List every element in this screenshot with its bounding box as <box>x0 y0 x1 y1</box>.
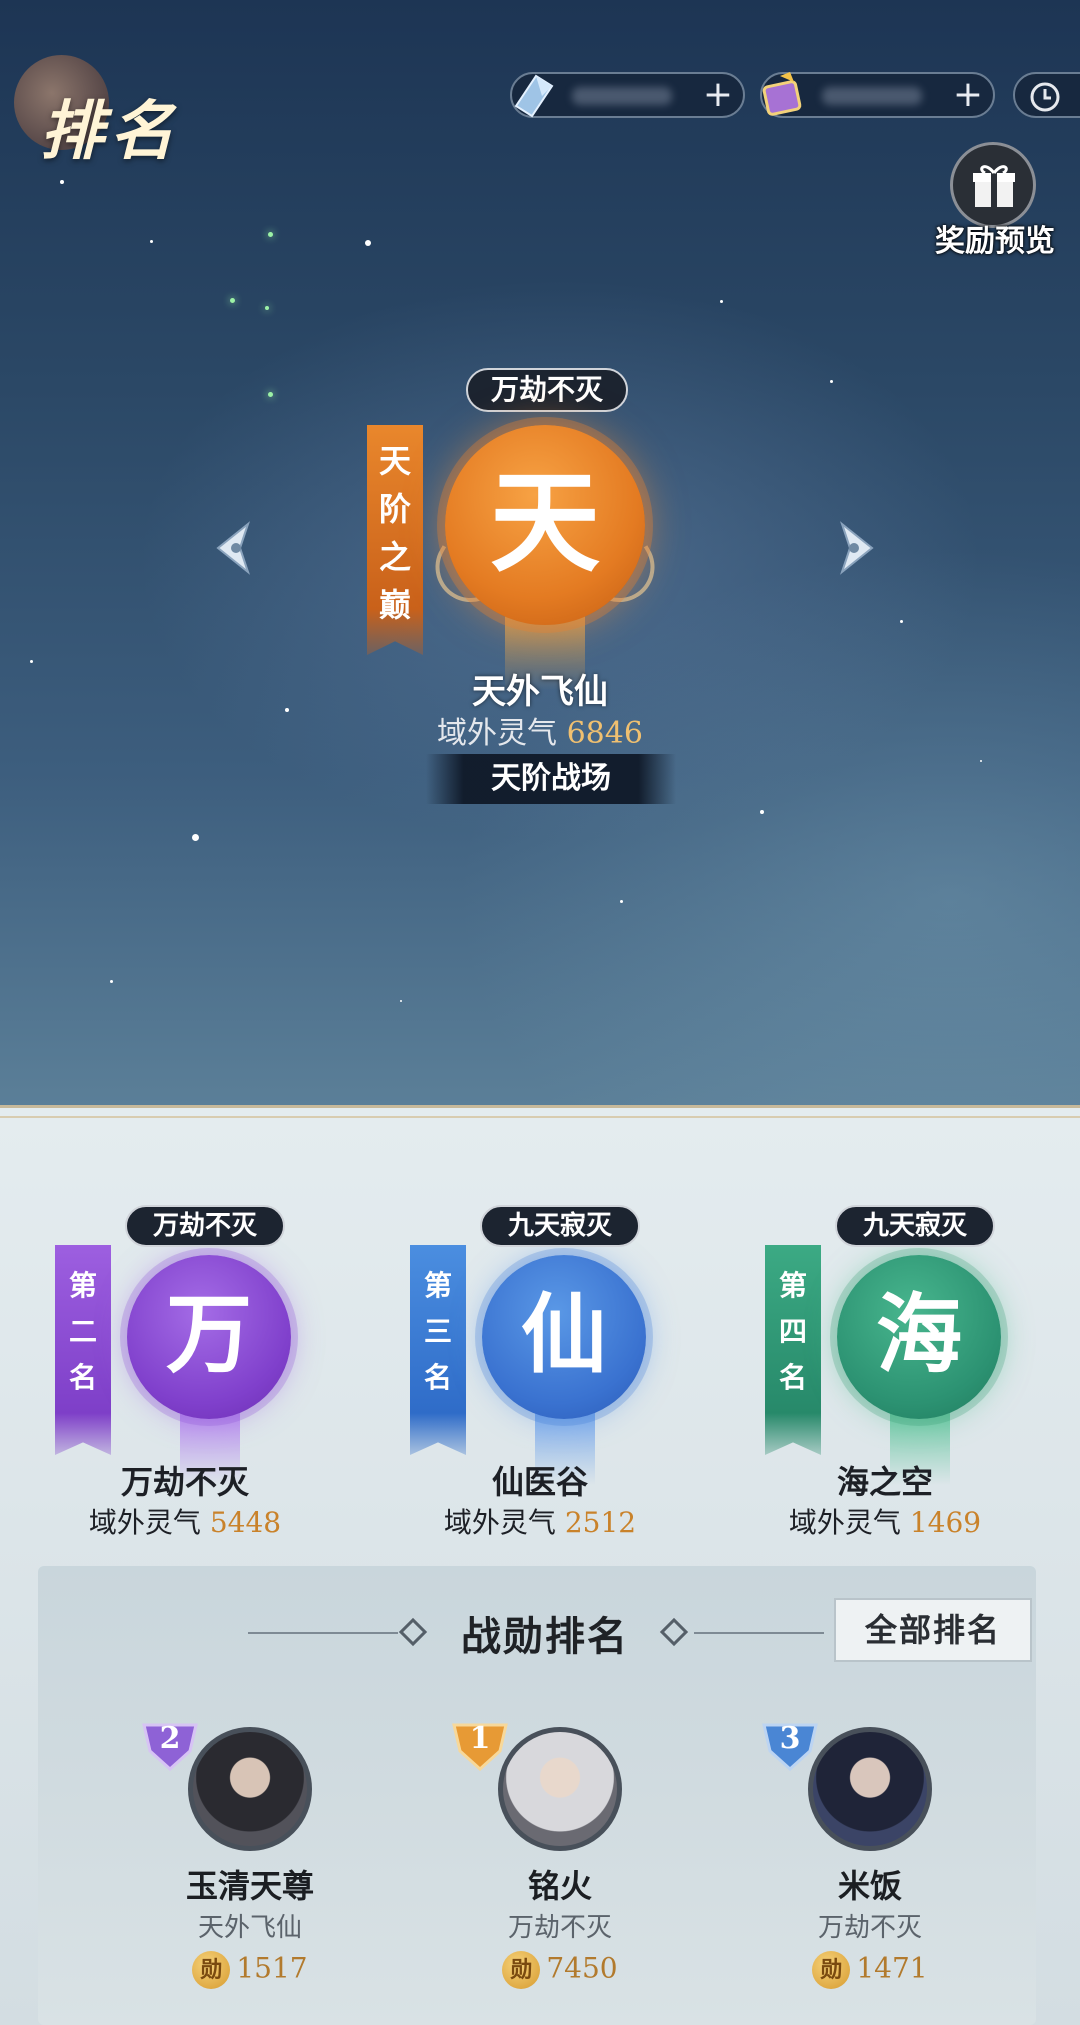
rank-emblem-orb: 海 <box>837 1255 1001 1419</box>
title-divider-right <box>694 1632 824 1634</box>
score-label: 域外灵气 <box>788 1506 901 1539</box>
rank-emblem-orb: 仙 <box>482 1255 646 1419</box>
star <box>110 980 113 983</box>
merit-value: 7450 <box>546 1951 618 1985</box>
rank-sect-name: 海之空 <box>836 1463 933 1501</box>
add-ticket-button[interactable]: + <box>953 74 983 116</box>
rank-realm-tag: 万劫不灭 <box>125 1205 285 1247</box>
ticket-resource[interactable]: + <box>760 72 995 118</box>
player-sect: 万劫不灭 <box>817 1913 922 1943</box>
page-title: 排名 <box>40 94 180 169</box>
rank-sect-score: 域外灵气 5448 <box>35 1501 335 1541</box>
rank-realm-tag: 九天寂灭 <box>480 1205 640 1247</box>
clock-button[interactable] <box>1013 72 1080 118</box>
star <box>268 392 273 397</box>
score-value: 2512 <box>564 1506 637 1539</box>
star <box>400 1000 402 1002</box>
star <box>760 810 764 814</box>
player-avatar[interactable] <box>808 1727 932 1851</box>
rank-banner-text: 第四名 <box>778 1269 807 1394</box>
player-merit-score: 勋 1517 <box>110 1951 390 1989</box>
rank-number: 1 <box>469 1721 491 1756</box>
resource-amount-blurred <box>572 87 672 105</box>
arena-button[interactable]: 天阶战场 <box>426 754 676 804</box>
rank-card-2[interactable]: 第二名 万 万劫不灭 万劫不灭 域外灵气 5448 <box>55 1205 315 1539</box>
score-value: 1469 <box>909 1506 982 1539</box>
tier-banner: 天阶之巅 <box>367 425 423 655</box>
rank-card-4[interactable]: 第四名 海 九天寂灭 海之空 域外灵气 1469 <box>765 1205 1025 1539</box>
star <box>268 232 273 237</box>
rank-sect-score: 域外灵气 1469 <box>735 1501 1035 1541</box>
rank-realm-tag: 九天寂灭 <box>835 1205 995 1247</box>
merit-player-rank-1[interactable]: 1 铭火 万劫不灭 勋 7450 <box>420 1715 700 1995</box>
reward-preview-label: 奖励预览 <box>935 224 1055 259</box>
gift-icon <box>973 165 1015 207</box>
star <box>265 306 269 310</box>
merit-coin-icon: 勋 <box>812 1951 851 1989</box>
star <box>830 380 833 383</box>
star <box>192 834 199 841</box>
score-label: 域外灵气 <box>443 1506 556 1539</box>
main-realm-tag: 万劫不灭 <box>466 368 628 412</box>
player-name: 玉清天尊 <box>185 1867 314 1905</box>
star <box>365 240 371 246</box>
score-label: 域外灵气 <box>88 1506 201 1539</box>
title-divider-left <box>248 1632 398 1634</box>
main-emblem-orb[interactable]: 天 <box>445 425 645 625</box>
player-avatar[interactable] <box>498 1727 622 1851</box>
rank-banner: 第二名 <box>55 1245 111 1455</box>
star <box>620 900 623 903</box>
score-value: 5448 <box>209 1506 282 1539</box>
merit-ranking-title: 战勋排名 <box>461 1613 629 1660</box>
merit-value: 1471 <box>856 1951 928 1985</box>
prev-arrow-icon[interactable] <box>210 518 260 578</box>
rank-banner-text: 第三名 <box>423 1269 452 1394</box>
next-arrow-icon[interactable] <box>830 518 880 578</box>
tier-banner-text: 天阶之巅 <box>378 442 411 624</box>
rank-sect-name: 仙医谷 <box>491 1463 588 1501</box>
rank-number: 2 <box>159 1721 181 1756</box>
star <box>60 180 64 184</box>
star <box>150 240 153 243</box>
player-name: 铭火 <box>527 1867 592 1905</box>
add-crystal-button[interactable]: + <box>703 74 733 116</box>
rank-sect-name: 万劫不灭 <box>120 1463 249 1501</box>
crystal-resource[interactable]: + <box>510 72 745 118</box>
rank-banner-text: 第二名 <box>68 1269 97 1394</box>
star <box>230 298 235 303</box>
all-rankings-button[interactable]: 全部排名 <box>834 1598 1032 1662</box>
player-merit-score: 勋 1471 <box>730 1951 1010 1989</box>
score-label: 域外灵气 <box>437 716 558 751</box>
merit-value: 1517 <box>236 1951 308 1985</box>
player-avatar[interactable] <box>188 1727 312 1851</box>
clock-icon <box>1030 82 1060 112</box>
rank-emblem-orb: 万 <box>127 1255 291 1419</box>
rank-number: 3 <box>779 1721 801 1756</box>
rank-sect-score: 域外灵气 2512 <box>390 1501 690 1541</box>
star <box>30 660 33 663</box>
star <box>720 300 723 303</box>
score-value: 6846 <box>566 716 643 751</box>
rank-banner: 第三名 <box>410 1245 466 1455</box>
merit-coin-icon: 勋 <box>502 1951 541 1989</box>
resource-amount-blurred <box>822 87 922 105</box>
star <box>285 708 289 712</box>
player-sect: 天外飞仙 <box>197 1913 302 1943</box>
rank-banner: 第四名 <box>765 1245 821 1455</box>
rank-card-3[interactable]: 第三名 仙 九天寂灭 仙医谷 域外灵气 2512 <box>410 1205 670 1539</box>
star <box>900 620 903 623</box>
merit-player-rank-2[interactable]: 2 玉清天尊 天外飞仙 勋 1517 <box>110 1715 390 1995</box>
player-name: 米饭 <box>837 1867 902 1905</box>
merit-player-rank-3[interactable]: 3 米饭 万劫不灭 勋 1471 <box>730 1715 1010 1995</box>
player-sect: 万劫不灭 <box>507 1913 612 1943</box>
main-sect-score: 域外灵气 6846 <box>390 708 690 752</box>
main-sect-name: 天外飞仙 <box>472 672 608 712</box>
merit-coin-icon: 勋 <box>192 1951 231 1989</box>
player-merit-score: 勋 7450 <box>420 1951 700 1989</box>
crystal-icon <box>514 74 554 118</box>
ticket-icon <box>762 72 802 116</box>
star <box>980 760 982 762</box>
